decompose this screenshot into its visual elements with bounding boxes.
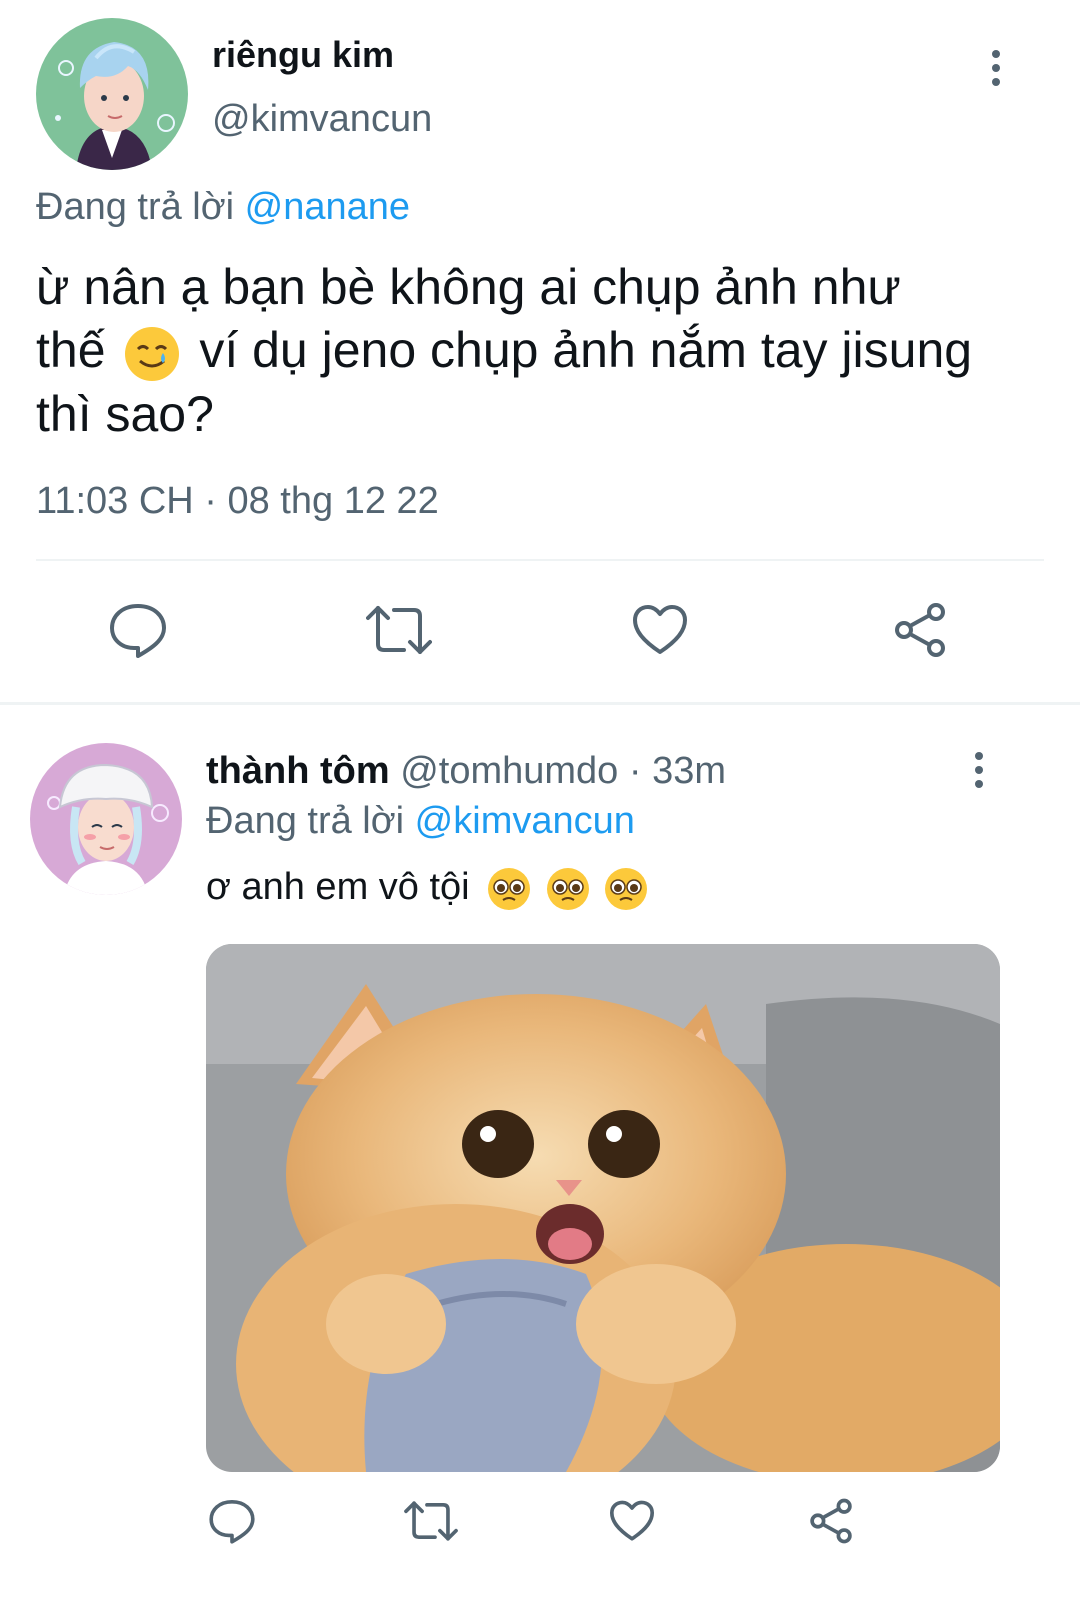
reply-icon[interactable] bbox=[208, 1498, 256, 1544]
replying-to-prefix: Đang trả lời bbox=[206, 800, 405, 842]
reply-icon[interactable] bbox=[108, 602, 168, 658]
tweet-text-line: ừ nân ạ bạn bè không ai chụp ảnh như bbox=[36, 259, 901, 315]
tweet-text-line: thế ví dụ jeno chụp ảnh nắm tay jisung bbox=[36, 319, 1046, 383]
divider bbox=[36, 559, 1044, 561]
tweet-text-segment: ví dụ jeno chụp ảnh nắm tay jisung bbox=[199, 322, 973, 378]
retweet-icon[interactable] bbox=[404, 1500, 458, 1542]
tweet-media-image[interactable] bbox=[206, 944, 1000, 1472]
share-icon[interactable] bbox=[892, 602, 948, 658]
replying-to-handle[interactable]: @nanane bbox=[245, 186, 410, 228]
reply-header: thành tôm @tomhumdo · 33m bbox=[206, 750, 726, 793]
more-options-icon[interactable] bbox=[974, 752, 984, 788]
share-icon[interactable] bbox=[808, 1498, 854, 1544]
retweet-icon[interactable] bbox=[366, 604, 432, 656]
reply-replying-to: Đang trả lời @kimvancun bbox=[206, 800, 635, 843]
reply-author-display-name[interactable]: thành tôm bbox=[206, 750, 390, 792]
section-separator bbox=[0, 702, 1080, 705]
heart-icon[interactable] bbox=[632, 604, 688, 656]
tweet-text: ừ nân ạ bạn bè không ai chụp ảnh như thế… bbox=[36, 256, 1046, 446]
author-handle[interactable]: @kimvancun bbox=[212, 98, 432, 141]
reply-author-avatar[interactable] bbox=[30, 743, 182, 895]
replying-to-handle[interactable]: @kimvancun bbox=[415, 800, 635, 842]
reply-author-handle[interactable]: @tomhumdo bbox=[400, 750, 618, 792]
pleading-face-emoji bbox=[486, 866, 532, 912]
more-options-icon[interactable] bbox=[991, 50, 1001, 86]
heart-icon[interactable] bbox=[609, 1500, 655, 1542]
replying-to-prefix: Đang trả lời bbox=[36, 186, 235, 228]
tweet-text-line: thì sao? bbox=[36, 385, 214, 442]
reply-tweet-text: ơ anh em vô tội bbox=[206, 862, 649, 912]
tweet-text-segment: thế bbox=[36, 322, 106, 378]
replying-to: Đang trả lời @nanane bbox=[36, 186, 410, 229]
tweet-timestamp[interactable]: 11:03 CH · 08 thg 12 22 bbox=[36, 480, 439, 523]
reply-time-ago[interactable]: 33m bbox=[652, 750, 726, 792]
reply-text: ơ anh em vô tội bbox=[206, 866, 470, 908]
pleading-face-emoji bbox=[545, 866, 591, 912]
author-display-name[interactable]: riêngu kim bbox=[212, 34, 394, 76]
separator-dot: · bbox=[628, 750, 642, 792]
smiling-face-with-tear-emoji bbox=[123, 325, 181, 383]
pleading-face-emoji bbox=[603, 866, 649, 912]
author-avatar[interactable] bbox=[36, 18, 188, 170]
